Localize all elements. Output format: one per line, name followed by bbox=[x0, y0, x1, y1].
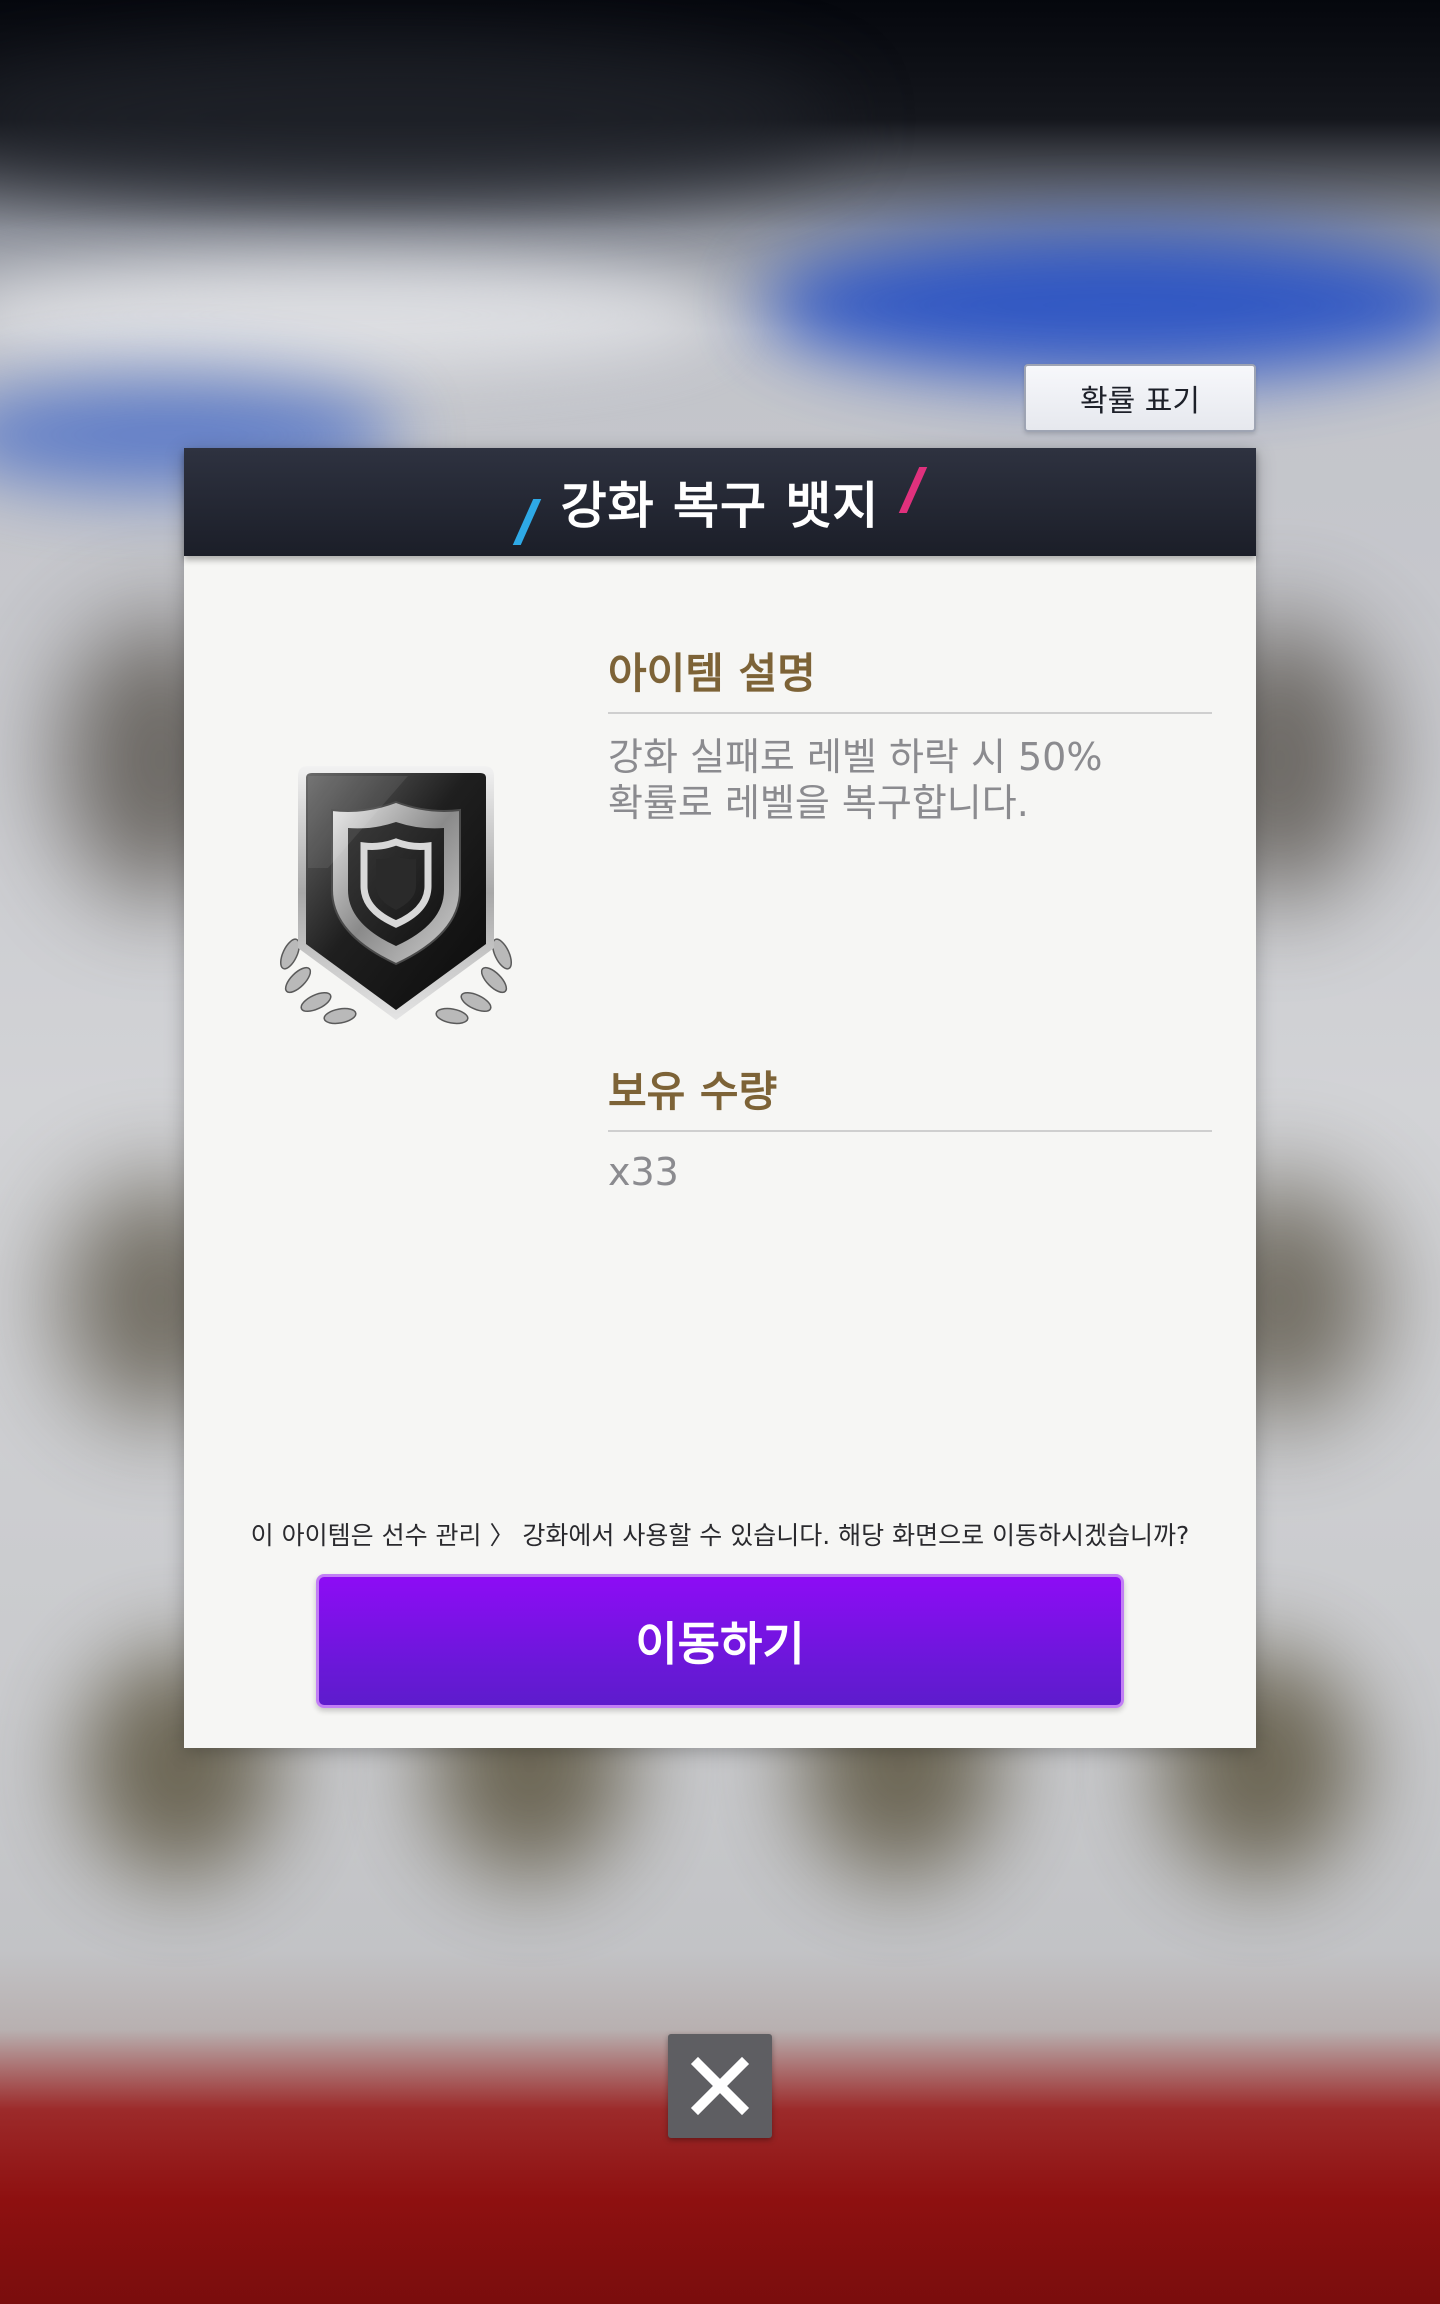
close-button[interactable] bbox=[668, 2034, 772, 2138]
modal-title: 강화 복구 뱃지 bbox=[560, 477, 880, 535]
shield-badge-icon bbox=[268, 758, 524, 1038]
modal-header: 강화 복구 뱃지 bbox=[184, 448, 1256, 556]
description-line-2: 확률로 레벨을 복구합니다. bbox=[608, 781, 1029, 825]
quantity-label: 보유 수량 bbox=[608, 1067, 778, 1116]
probability-button[interactable]: 확률 표기 bbox=[1024, 364, 1256, 432]
description-divider bbox=[608, 712, 1212, 714]
accent-slash-left bbox=[512, 499, 541, 545]
description-label: 아이템 설명 bbox=[608, 649, 816, 698]
quantity-divider bbox=[608, 1130, 1212, 1132]
description-text: 강화 실패로 레벨 하락 시 50% 확률로 레벨을 복구합니다. bbox=[608, 734, 1212, 826]
accent-slash-right bbox=[899, 467, 928, 513]
close-icon bbox=[690, 2056, 750, 2116]
probability-button-label: 확률 표기 bbox=[1080, 384, 1200, 419]
modal-title-wrap: 강화 복구 뱃지 bbox=[184, 448, 1256, 556]
item-detail-modal: 강화 복구 뱃지 아이템 설명 강화 실패로 레벨 하락 시 50% 확률로 레… bbox=[184, 448, 1256, 1748]
move-button-label: 이동하기 bbox=[635, 1617, 805, 1671]
quantity-value: x33 bbox=[608, 1150, 679, 1194]
move-button[interactable]: 이동하기 bbox=[316, 1574, 1124, 1708]
description-line-1: 강화 실패로 레벨 하락 시 50% bbox=[608, 735, 1103, 779]
usage-notice: 이 아이템은 선수 관리 〉 강화에서 사용할 수 있습니다. 해당 화면으로 … bbox=[250, 1521, 1190, 1550]
